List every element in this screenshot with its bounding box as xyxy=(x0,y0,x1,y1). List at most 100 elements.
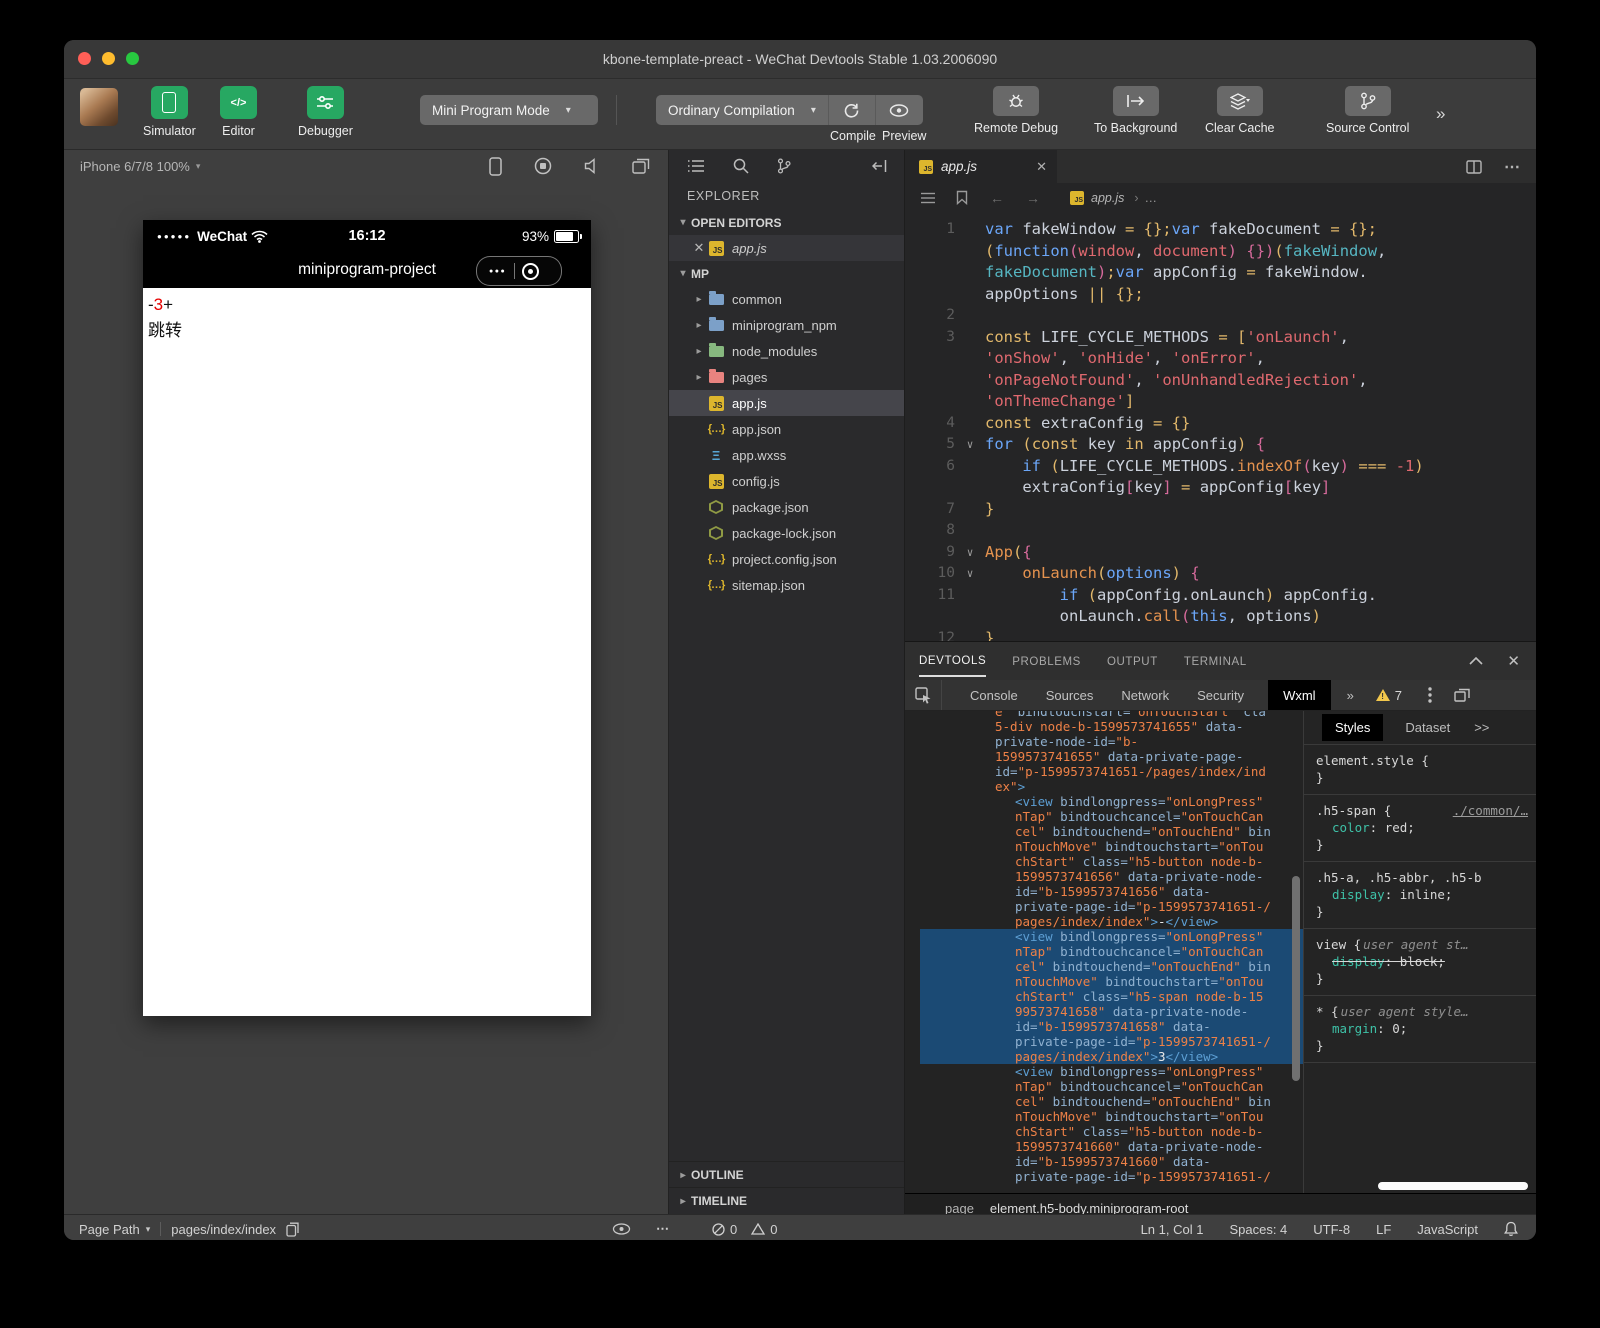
open-editors-list-icon[interactable] xyxy=(687,159,705,173)
indentation[interactable]: Spaces: 4 xyxy=(1229,1222,1287,1237)
source-control-button[interactable]: Source Control xyxy=(1326,86,1409,135)
nav-back-icon[interactable]: ← xyxy=(990,190,1004,206)
git-branch-icon[interactable] xyxy=(777,158,791,174)
wxml-node-selected[interactable]: <view bindlongpress="onLongPress"nTap" b… xyxy=(920,929,1303,1064)
tree-item-package-json[interactable]: package.json xyxy=(669,494,904,520)
warning-badge[interactable]: ! 7 xyxy=(1376,688,1402,703)
toolbar-overflow-button[interactable]: » xyxy=(1436,104,1443,124)
debugger-button[interactable]: Debugger xyxy=(298,86,353,138)
clear-cache-button[interactable]: Clear Cache xyxy=(1205,86,1274,135)
close-panel-icon[interactable]: ✕ xyxy=(1507,652,1520,670)
page-path-dropdown[interactable]: Page Path ▾ xyxy=(79,1222,150,1237)
css-rule[interactable]: .h5-a, .h5-abbr, .h5-bdisplay: inline;} xyxy=(1304,862,1536,929)
split-editor-icon[interactable] xyxy=(1466,160,1482,174)
outline-section[interactable]: ▸OUTLINE xyxy=(669,1161,904,1188)
devtools-tab-terminal[interactable]: TERMINAL xyxy=(1184,646,1247,676)
eol[interactable]: LF xyxy=(1376,1222,1391,1237)
tree-item-miniprogram-npm[interactable]: ▸miniprogram_npm xyxy=(669,312,904,338)
compile-button[interactable] xyxy=(828,95,875,125)
inspector-tab-console[interactable]: Console xyxy=(970,680,1018,710)
to-background-button[interactable]: To Background xyxy=(1094,86,1177,135)
tree-item-node-modules[interactable]: ▸node_modules xyxy=(669,338,904,364)
stylesheet-link[interactable]: ./common/… xyxy=(1453,802,1528,819)
tree-item-package-lock-json[interactable]: package-lock.json xyxy=(669,520,904,546)
nav-forward-icon[interactable]: → xyxy=(1026,190,1040,206)
preview-eye-icon[interactable] xyxy=(612,1223,631,1235)
open-editor-item[interactable]: ✕JSapp.js xyxy=(669,235,904,261)
jump-link[interactable]: 跳转 xyxy=(148,318,591,344)
tree-item-pages[interactable]: ▸pages xyxy=(669,364,904,390)
devtools-tab-problems[interactable]: PROBLEMS xyxy=(1012,646,1081,676)
wxml-node[interactable]: <view bindlongpress="onLongPress"nTap" b… xyxy=(920,1064,1303,1184)
styles-tabs-overflow[interactable]: >> xyxy=(1474,720,1489,735)
css-rule[interactable]: view {user agent st…display: block;} xyxy=(1304,929,1536,996)
tab-app-js[interactable]: JS app.js ✕ xyxy=(905,150,1057,183)
inspect-element-icon[interactable] xyxy=(915,687,932,704)
kebab-menu-icon[interactable] xyxy=(1428,687,1432,703)
fold-icon[interactable]: ∨ xyxy=(955,563,985,585)
tree-item-app-js[interactable]: JSapp.js xyxy=(669,390,904,416)
outline-list-icon[interactable] xyxy=(920,192,936,204)
wxml-vertical-scrollbar[interactable] xyxy=(1292,876,1300,1081)
search-icon[interactable] xyxy=(733,158,749,174)
float-window-icon[interactable] xyxy=(632,158,650,174)
preview-button[interactable] xyxy=(875,95,923,125)
tree-item-app-wxss[interactable]: Ξapp.wxss xyxy=(669,442,904,468)
device-frame-icon[interactable] xyxy=(489,157,502,176)
more-menu-button[interactable]: ●●● xyxy=(489,268,506,275)
css-rule[interactable]: * {user agent style…margin: 0;} xyxy=(1304,996,1536,1063)
tree-item-app-json[interactable]: {…}app.json xyxy=(669,416,904,442)
copy-path-icon[interactable] xyxy=(286,1222,299,1237)
editor-button[interactable]: </> Editor xyxy=(220,86,257,138)
inspector-tab-network[interactable]: Network xyxy=(1121,680,1169,710)
css-rule[interactable]: element.style {} xyxy=(1304,745,1536,795)
statusbar-more-icon[interactable]: ⋯ xyxy=(656,1221,670,1237)
breadcrumb-more[interactable]: … xyxy=(1145,191,1158,205)
inspector-tab-sources[interactable]: Sources xyxy=(1046,680,1094,710)
tree-item-common[interactable]: ▸common xyxy=(669,286,904,312)
language-mode[interactable]: JavaScript xyxy=(1417,1222,1478,1237)
open-editors-section[interactable]: ▾OPEN EDITORS xyxy=(669,210,904,235)
device-selector[interactable]: iPhone 6/7/8 100% ▾ xyxy=(80,159,200,174)
remote-debug-button[interactable]: Remote Debug xyxy=(974,86,1058,135)
styles-tab-styles[interactable]: Styles xyxy=(1322,714,1383,741)
styles-horizontal-scrollbar[interactable] xyxy=(1378,1182,1528,1190)
devtools-tab-devtools[interactable]: DEVTOOLS xyxy=(919,645,986,677)
styles-tab-dataset[interactable]: Dataset xyxy=(1405,714,1450,741)
devtools-tab-output[interactable]: OUTPUT xyxy=(1107,646,1158,676)
tabs-overflow-icon[interactable]: » xyxy=(1347,688,1354,703)
fold-icon[interactable]: ∨ xyxy=(955,434,985,456)
fold-icon[interactable]: ∨ xyxy=(955,542,985,564)
notifications-bell-icon[interactable] xyxy=(1504,1221,1518,1237)
inspector-tab-wxml[interactable]: Wxml xyxy=(1268,680,1331,710)
mute-icon[interactable] xyxy=(584,158,600,174)
bookmark-icon[interactable] xyxy=(956,190,968,205)
encoding[interactable]: UTF-8 xyxy=(1313,1222,1350,1237)
inspector-tab-security[interactable]: Security xyxy=(1197,680,1244,710)
tree-item-project-config-json[interactable]: {…}project.config.json xyxy=(669,546,904,572)
wxml-tree[interactable]: e" bindtouchstart="onTouchStart" cla5-di… xyxy=(905,711,1303,1193)
cursor-position[interactable]: Ln 1, Col 1 xyxy=(1141,1222,1204,1237)
problems-indicator[interactable]: 0 0 xyxy=(712,1222,777,1237)
close-tab-icon[interactable]: ✕ xyxy=(1036,159,1047,175)
undock-icon[interactable] xyxy=(1454,688,1470,702)
compilation-dropdown[interactable]: Ordinary Compilation ▾ xyxy=(656,95,828,125)
plus-button[interactable]: + xyxy=(163,295,173,314)
simulator-button[interactable]: Simulator xyxy=(143,86,196,138)
code-editor[interactable]: 1var fakeWindow = {};var fakeDocument = … xyxy=(905,212,1536,641)
editor-more-icon[interactable]: ⋯ xyxy=(1504,157,1522,177)
wxml-node[interactable]: <view bindlongpress="onLongPress"nTap" b… xyxy=(920,794,1303,929)
stop-icon[interactable] xyxy=(534,157,552,175)
wxml-node[interactable]: e" bindtouchstart="onTouchStart" cla5-di… xyxy=(920,711,1303,794)
collapse-sidebar-icon[interactable] xyxy=(872,159,888,173)
tree-item-config-js[interactable]: JSconfig.js xyxy=(669,468,904,494)
css-rule[interactable]: .h5-span {./common/…color: red;} xyxy=(1304,795,1536,862)
breadcrumb-file[interactable]: app.js xyxy=(1091,191,1124,205)
root-folder-section[interactable]: ▾MP xyxy=(669,261,904,286)
mode-dropdown[interactable]: Mini Program Mode ▾ xyxy=(420,95,598,125)
collapse-panel-icon[interactable] xyxy=(1469,657,1483,665)
timeline-section[interactable]: ▸TIMELINE xyxy=(669,1187,904,1214)
user-avatar[interactable] xyxy=(80,88,118,126)
tree-item-sitemap-json[interactable]: {…}sitemap.json xyxy=(669,572,904,598)
close-miniprogram-button[interactable] xyxy=(522,263,539,280)
